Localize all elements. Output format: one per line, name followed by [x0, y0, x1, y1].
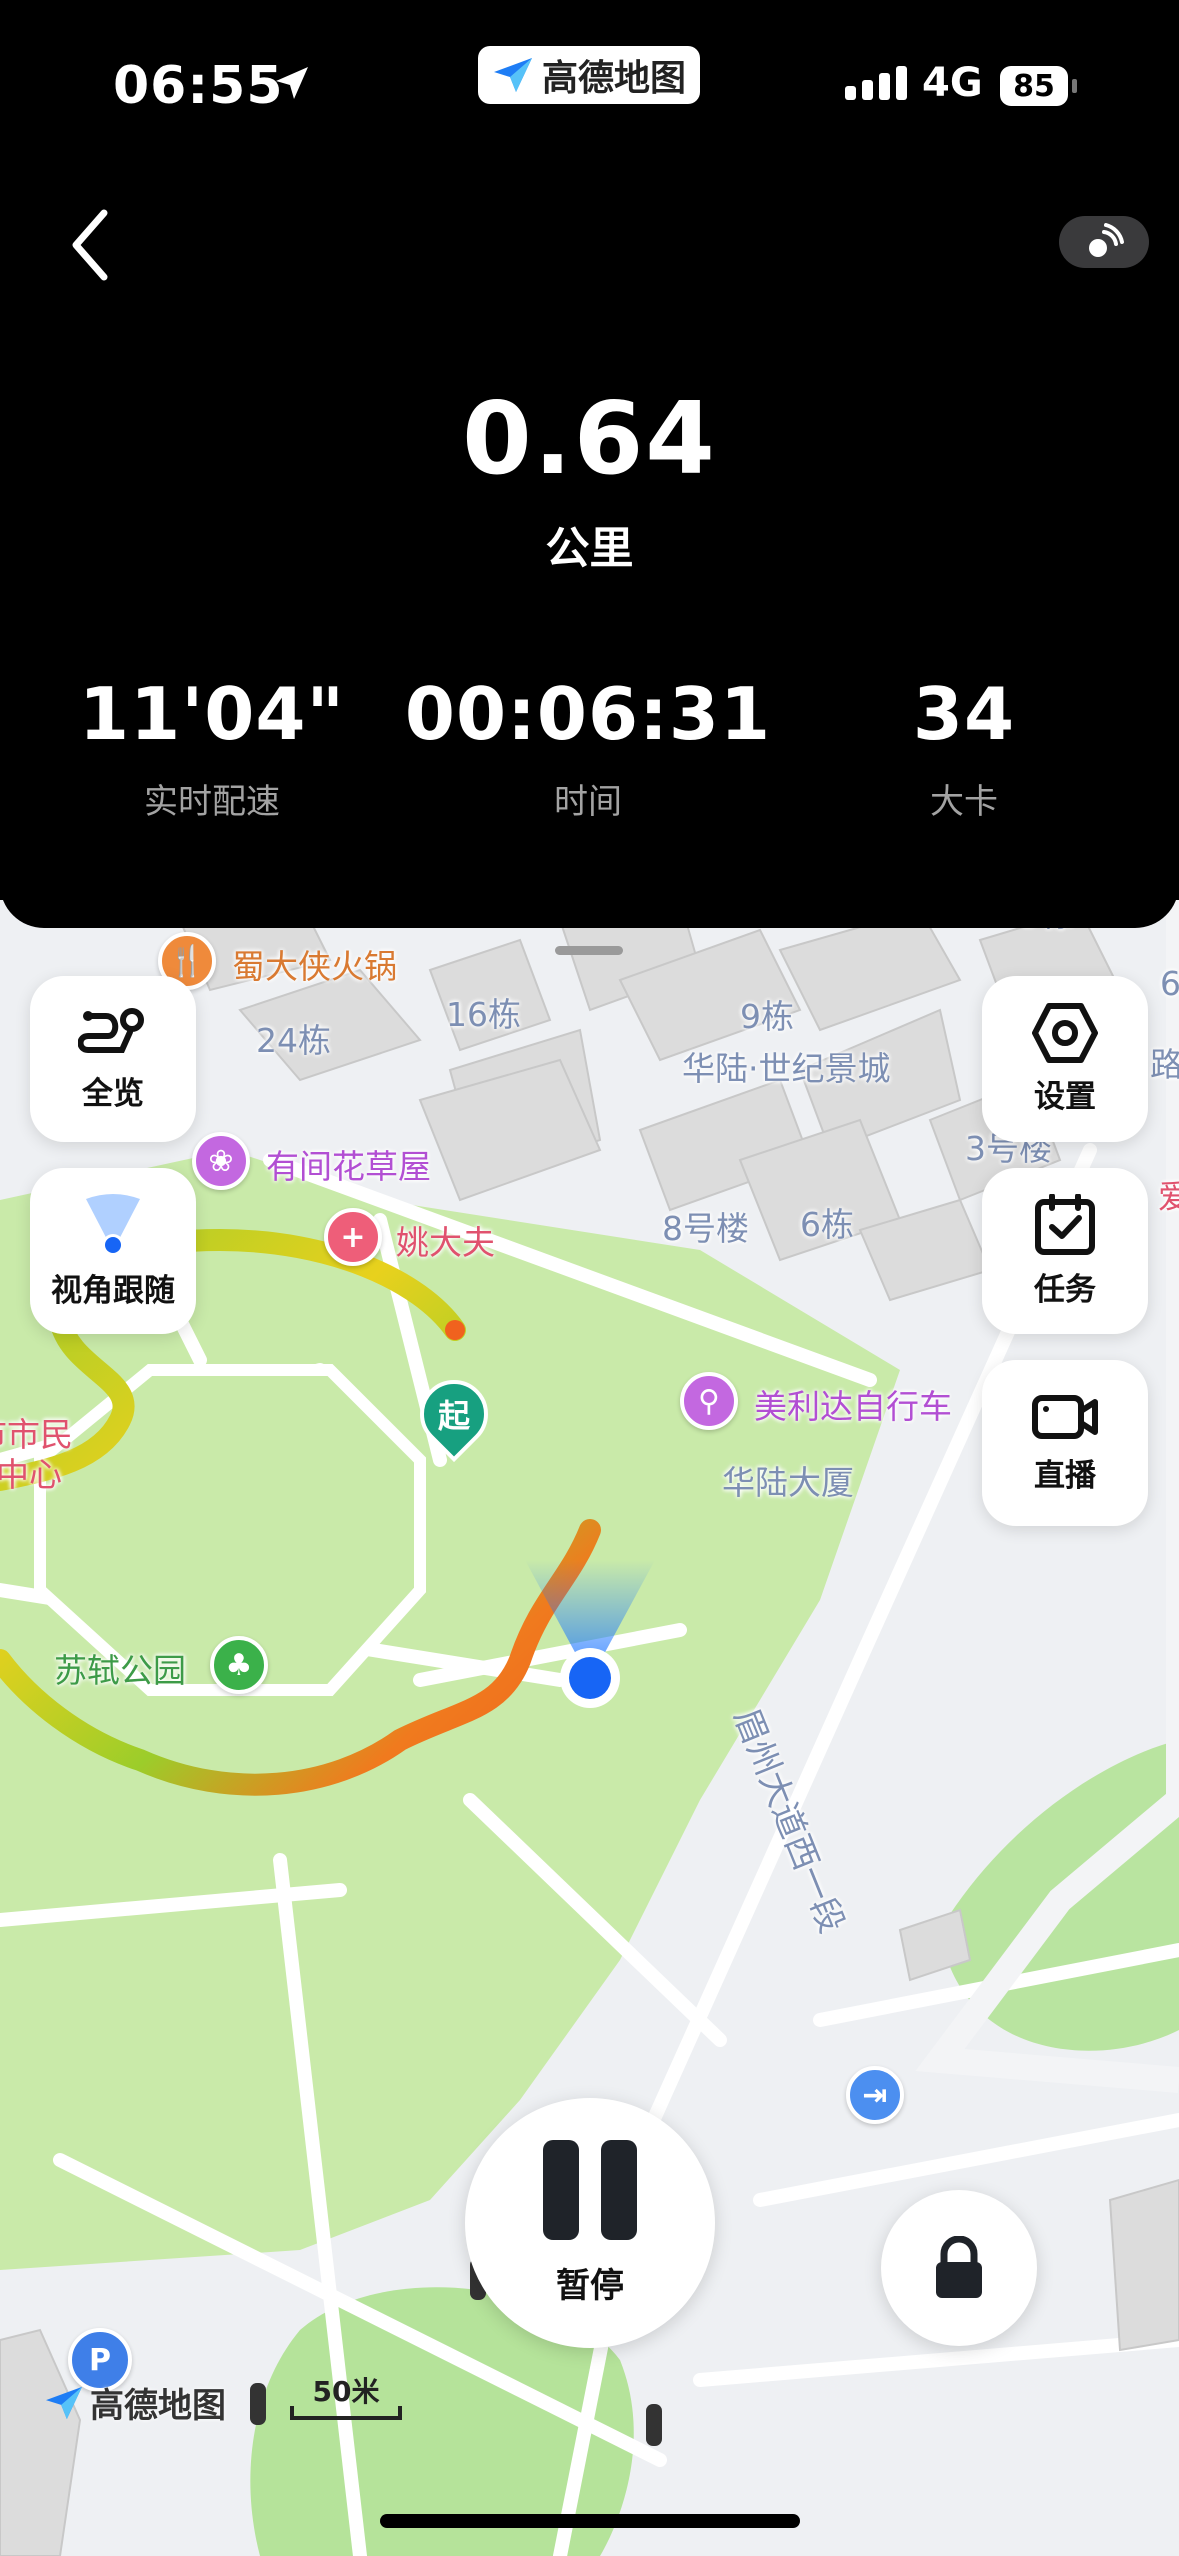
pace-value: 11'04" — [79, 672, 345, 756]
tasks-button[interactable]: 任务 — [982, 1168, 1148, 1334]
lock-icon — [936, 2236, 982, 2298]
label-mansion[interactable]: 华陆大厦 — [722, 1456, 854, 1504]
map-scale-label: 50米 — [312, 2375, 380, 2408]
amap-watermark: 高德地图 — [44, 2378, 226, 2427]
drag-handle[interactable] — [555, 946, 623, 955]
task-checklist-icon — [1035, 1193, 1095, 1255]
label-building8: 8号楼 — [662, 1209, 749, 1248]
settings-hexagon-icon — [1032, 1002, 1098, 1063]
amap-badge[interactable]: 高德地图 — [478, 46, 700, 104]
overview-button[interactable]: 全览 — [30, 976, 196, 1142]
label-center: 中心 — [0, 1455, 62, 1494]
label-partial-ai: 爱 — [1158, 1177, 1179, 1216]
label-partial-luo: 路 — [1150, 1045, 1179, 1084]
label-bike[interactable]: 美利达自行车 — [754, 1380, 952, 1428]
video-camera-icon — [1032, 1394, 1098, 1439]
bike-poi-icon[interactable]: ⚲ — [680, 1372, 738, 1430]
run-stats-panel: 06:55 高德地图 4G 85 0.64 公里 11'04" 实时配速 00:… — [0, 0, 1179, 928]
follow-view-label: 视角跟随 — [51, 1272, 175, 1309]
label-hotpot[interactable]: 蜀大侠火锅 — [232, 940, 397, 988]
network-type: 4G — [922, 60, 983, 106]
park-poi-icon[interactable]: ♣ — [210, 1636, 268, 1694]
follow-view-button[interactable]: 视角跟随 — [30, 1168, 196, 1334]
label-building24: 24栋 — [256, 1021, 331, 1060]
calorie-stat: 34 大卡 — [774, 672, 1154, 823]
label-flower[interactable]: 有间花草屋 — [266, 1140, 431, 1188]
battery-icon: 85 — [1000, 66, 1077, 106]
tasks-label: 任务 — [1034, 1271, 1096, 1308]
calorie-label: 大卡 — [930, 782, 998, 822]
pause-label: 暂停 — [556, 2265, 624, 2306]
settings-button[interactable]: 设置 — [982, 976, 1148, 1142]
live-button[interactable]: 直播 — [982, 1360, 1148, 1526]
flower-poi-icon[interactable]: ❀ — [192, 1132, 250, 1190]
amap-badge-label: 高德地图 — [541, 58, 686, 99]
signal-icon — [845, 66, 907, 100]
chevron-left-icon[interactable] — [60, 205, 120, 285]
amap-watermark-label: 高德地图 — [90, 2386, 226, 2426]
label-building9: 9栋 — [740, 997, 794, 1036]
label-building6: 6栋 — [800, 1205, 854, 1244]
status-time: 06:55 — [113, 56, 284, 116]
start-marker-label: 起 — [437, 1397, 470, 1435]
pace-stat: 11'04" 实时配速 — [22, 672, 402, 823]
label-building16: 16栋 — [446, 995, 521, 1034]
label-park[interactable]: 苏轼公园 — [54, 1644, 186, 1692]
label-partial-right: 6 — [1160, 964, 1179, 1003]
metro-exit-icon[interactable]: ⇥ — [846, 2066, 904, 2124]
amap-logo-icon — [493, 58, 532, 92]
pause-icon — [543, 2139, 637, 2240]
distance-value: 0.64 — [462, 380, 717, 497]
map-scale-bar — [290, 2406, 402, 2420]
location-arrow-icon — [276, 67, 308, 99]
overview-label: 全览 — [82, 1075, 144, 1112]
label-doctor[interactable]: 姚大夫 — [396, 1216, 495, 1264]
clinic-poi-icon[interactable]: + — [324, 1208, 382, 1266]
voice-broadcast-button[interactable] — [1059, 216, 1149, 268]
time-label: 时间 — [554, 782, 622, 822]
view-follow-icon — [86, 1193, 140, 1256]
live-label: 直播 — [1034, 1457, 1096, 1494]
time-value: 00:06:31 — [404, 672, 772, 756]
battery-level: 85 — [1013, 68, 1055, 104]
calorie-value: 34 — [912, 672, 1016, 756]
home-indicator[interactable] — [380, 2514, 800, 2528]
route-overview-icon — [78, 1007, 144, 1053]
map-scale: 50米 — [290, 2370, 402, 2420]
distance-unit: 公里 — [545, 523, 634, 574]
pause-button[interactable]: 暂停 — [465, 2098, 715, 2348]
pace-label: 实时配速 — [144, 782, 280, 822]
time-stat: 00:06:31 时间 — [398, 672, 778, 823]
settings-label: 设置 — [1034, 1078, 1096, 1115]
amap-watermark-icon — [46, 2386, 82, 2419]
voice-broadcast-icon — [1089, 223, 1124, 257]
label-community[interactable]: 华陆·世纪景城 — [682, 1042, 891, 1090]
lock-button[interactable] — [881, 2190, 1037, 2346]
